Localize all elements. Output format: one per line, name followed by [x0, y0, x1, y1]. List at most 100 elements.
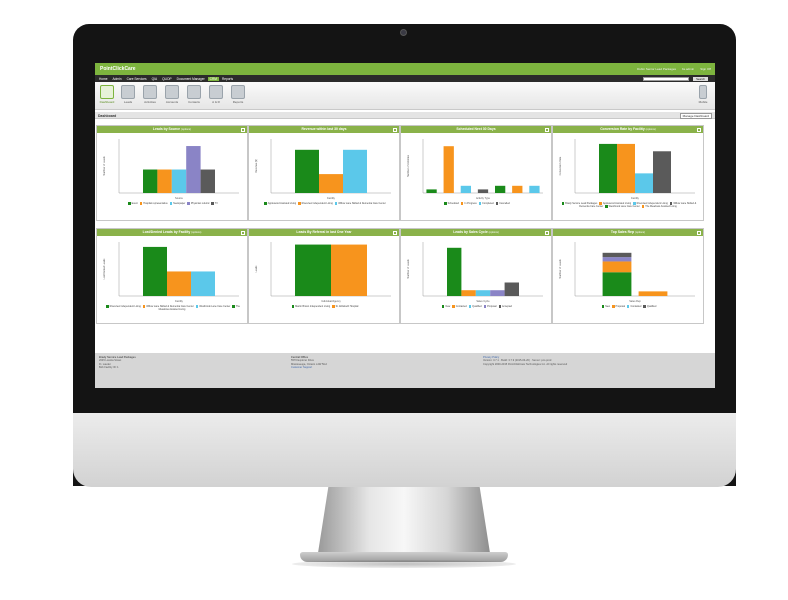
nav-crm[interactable]: CRM [207, 76, 219, 81]
tool-accounts[interactable]: Accounts [162, 85, 182, 104]
chart-bar[interactable] [461, 290, 476, 296]
footer-line: Copyright 2000-2015 PointClickCare Techn… [483, 362, 568, 366]
nav-home[interactable]: Home [97, 77, 110, 81]
chart-bar[interactable] [617, 143, 635, 193]
chart-bar[interactable] [343, 149, 367, 193]
chart-bar[interactable] [295, 149, 319, 193]
panel-menu-icon[interactable] [393, 230, 397, 235]
tool-label: Contacts [188, 100, 200, 104]
tool-a-and-r[interactable]: A & R [206, 85, 226, 104]
panel-menu-icon[interactable] [545, 230, 549, 235]
nav-admin[interactable]: Admin [111, 77, 124, 81]
tool-leads[interactable]: Leads [118, 85, 138, 104]
person-icon [121, 85, 135, 99]
chart-bar[interactable] [504, 282, 519, 297]
tool-mobile[interactable]: Mobile [693, 85, 713, 104]
tool-label: Reports [232, 100, 244, 104]
panel-title-text: Leads by Source [152, 127, 181, 131]
tool-dashboard[interactable]: Dashboard [97, 85, 117, 104]
nav-care-services[interactable]: Care Services [125, 77, 149, 81]
chart-bar[interactable] [295, 244, 331, 296]
chart-bar-segment[interactable] [602, 272, 632, 296]
panel-options-link[interactable]: (options) [191, 231, 201, 234]
customer-support-link[interactable]: Customer Support [291, 366, 327, 369]
legend-swatch [643, 305, 646, 308]
chart-bar[interactable] [426, 189, 437, 193]
legend-entry: Newspaper [173, 202, 186, 205]
chart-legend: New Proposal Contacted Qualified [557, 305, 699, 308]
chart-bar[interactable] [443, 146, 454, 193]
chart-bar-segment[interactable] [602, 252, 632, 258]
legend-entry: Martin Brown Independent Living [295, 305, 331, 308]
panel-menu-icon[interactable] [697, 127, 701, 132]
chart-bar[interactable] [638, 291, 668, 296]
panel-options-link[interactable]: (options) [646, 128, 656, 131]
address-book-icon [187, 85, 201, 99]
tool-reports[interactable]: Reports [228, 85, 248, 104]
legend-swatch [633, 202, 636, 205]
tool-label: Leads [123, 100, 133, 104]
bar-chart: Lost/Denied Leads Facility [103, 242, 239, 303]
chart-bar[interactable] [200, 169, 215, 193]
chart-bar[interactable] [143, 169, 158, 193]
chart-bar[interactable] [447, 247, 462, 296]
search-input[interactable] [643, 76, 689, 81]
nav-qia[interactable]: QIA [150, 77, 160, 81]
legend-swatch [195, 305, 199, 308]
x-axis-label: Source [175, 197, 184, 200]
chart-bar[interactable] [331, 244, 367, 296]
chart-bar[interactable] [319, 174, 343, 193]
chart-bar[interactable] [191, 271, 215, 296]
legend-swatch [495, 202, 499, 205]
chart-bar-segment[interactable] [602, 257, 632, 262]
panel-menu-icon[interactable] [241, 230, 245, 235]
org-link[interactable]: Dubin Senior Lead Packages [637, 67, 676, 71]
manage-dashboard-button[interactable]: Manage Dashboard [679, 113, 712, 119]
chart-bar[interactable] [460, 185, 471, 193]
chart-bar[interactable] [157, 169, 172, 193]
chart-bar[interactable] [512, 185, 523, 193]
panel-options-link[interactable]: (options) [489, 231, 499, 234]
chart-bar[interactable] [477, 189, 489, 193]
tool-contacts[interactable]: Contacts [184, 85, 204, 104]
chart-bar[interactable] [599, 143, 617, 193]
chart-bar[interactable] [495, 185, 506, 193]
legend-swatch [232, 305, 235, 308]
user-link[interactable]: bs.admin [682, 67, 694, 71]
panel-menu-icon[interactable] [545, 127, 549, 132]
legend-swatch [599, 202, 602, 205]
panel-title-text: Top Sales Rep [610, 230, 635, 234]
chart-bar[interactable] [186, 146, 201, 193]
tool-activities[interactable]: Activities [140, 85, 160, 104]
panel-options-link[interactable]: (options) [635, 231, 645, 234]
nav-qlidp[interactable]: QLIDP [160, 77, 174, 81]
legend-entry: New [445, 305, 451, 308]
legend-entry: Contacted [630, 305, 642, 308]
chart-bar[interactable] [167, 271, 191, 296]
chart-bar[interactable] [475, 290, 491, 296]
nav-reports[interactable]: Reports [220, 77, 235, 81]
legend-swatch [444, 202, 447, 205]
chart-bar[interactable] [635, 173, 653, 193]
legend-entry: Physician referral [190, 202, 210, 205]
panel-title: Leads by Source (options) [97, 126, 247, 133]
bar-chart: Number of Activities Activity Type [407, 139, 543, 200]
search-button[interactable]: Search [693, 76, 708, 81]
chart-bar[interactable] [653, 151, 671, 193]
legend-entry: Westbrook Lane Care Center [199, 305, 231, 308]
chart-bar[interactable] [171, 169, 187, 193]
chart-bar[interactable] [490, 290, 505, 296]
legend-swatch [332, 305, 335, 308]
panel-menu-icon[interactable] [393, 127, 397, 132]
nav-document-manager[interactable]: Document Manager [175, 77, 207, 81]
sign-off-link[interactable]: Sign Off [700, 67, 711, 71]
panel-menu-icon[interactable] [697, 230, 701, 235]
chart-bar[interactable] [143, 246, 167, 296]
chart-panel: Leads By Referral in last One Year Leads… [248, 228, 400, 324]
top-links: Dubin Senior Lead Packages bs.admin Sign… [637, 67, 711, 71]
panel-title: Top Sales Rep (options) [553, 229, 703, 236]
panel-options-link[interactable]: (options) [181, 128, 191, 131]
panel-menu-icon[interactable] [241, 127, 245, 132]
chart-bar[interactable] [529, 185, 540, 193]
chart-bar-segment[interactable] [602, 261, 632, 273]
